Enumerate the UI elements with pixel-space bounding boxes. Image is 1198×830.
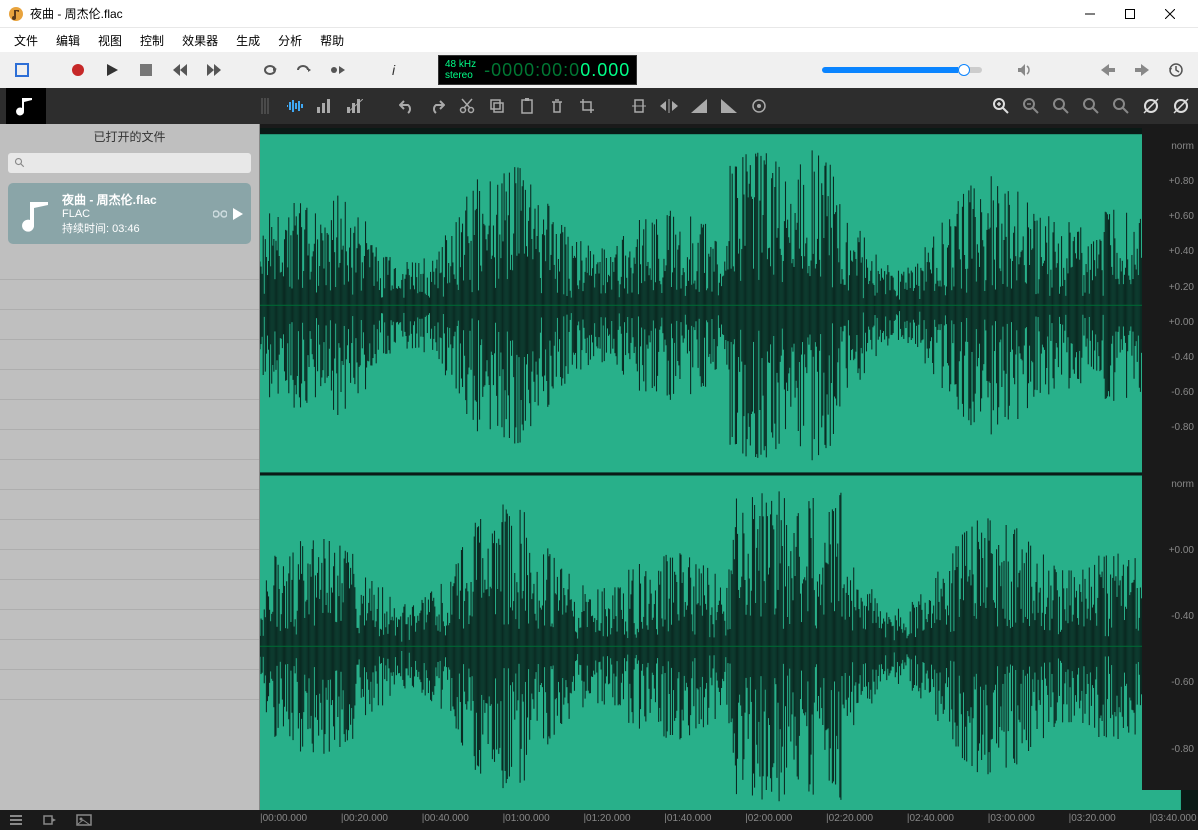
undo-button[interactable] [396,95,418,117]
zoom-selection-button[interactable] [1080,95,1102,117]
normalize-button[interactable] [748,95,770,117]
file-name-label: 夜曲 - 周杰伦.flac [62,191,213,208]
svg-text:i: i [392,63,396,77]
zoom-1to1-button[interactable] [1110,95,1132,117]
menu-generate[interactable]: 生成 [228,30,268,51]
sidebar-empty-slots [0,250,259,810]
music-note-icon [16,194,56,234]
fast-forward-button[interactable] [202,58,226,82]
search-icon [14,157,26,169]
volume-slider[interactable] [822,67,982,73]
time-gray: -0000:00:0 [484,60,580,80]
menu-help[interactable]: 帮助 [312,30,352,51]
editing-toolbar [0,88,1198,124]
maximize-button[interactable] [1110,0,1150,28]
time-ruler[interactable]: |00:00.000|00:20.000|00:40.000|01:00.000… [0,810,1198,830]
history-button[interactable] [1164,58,1188,82]
selection-tool-button[interactable] [10,58,34,82]
amplitude-ruler: norm+0.80+0.60+0.40+0.20+0.00-0.40-0.60-… [1142,128,1198,790]
time-current: 0.000 [580,60,630,80]
menu-bar: 文件 编辑 视图 控制 效果器 生成 分析 帮助 [0,28,1198,52]
minimize-button[interactable] [1070,0,1110,28]
file-duration-label: 持续时间: 03:46 [62,220,213,236]
sidebar: 已打开的文件 夜曲 - 周杰伦.flac FLAC 持续时间: 03:46 [0,124,260,810]
stop-button[interactable] [134,58,158,82]
grip-icon[interactable] [254,95,276,117]
search-input[interactable] [8,153,251,173]
waveform-view-button[interactable] [284,95,306,117]
sample-rate-label: 48 kHz [445,59,476,70]
sidebar-header: 已打开的文件 [0,124,259,149]
vertical-zoom-in-button[interactable] [1140,95,1162,117]
time-display: 48 kHz stereo -0000:00:00.000 [438,55,637,85]
waveform-area[interactable]: norm+0.80+0.60+0.40+0.20+0.00-0.40-0.60-… [260,124,1198,810]
file-card[interactable]: 夜曲 - 周杰伦.flac FLAC 持续时间: 03:46 [8,183,251,244]
paste-button[interactable] [516,95,538,117]
app-logo-icon [6,88,46,124]
app-icon [8,6,24,22]
transport-toolbar: i 48 kHz stereo -0000:00:00.000 [0,52,1198,88]
menu-view[interactable]: 视图 [90,30,130,51]
speaker-icon[interactable] [1012,58,1036,82]
play-file-icon[interactable] [233,208,243,220]
menu-effects[interactable]: 效果器 [174,30,226,51]
crop-button[interactable] [576,95,598,117]
link-icon [213,209,227,219]
main-area: 已打开的文件 夜曲 - 周杰伦.flac FLAC 持续时间: 03:46 [0,124,1198,810]
list-view-icon[interactable] [8,812,24,828]
fade-out-button[interactable] [718,95,740,117]
channels-label: stereo [445,70,476,81]
waveform-canvas[interactable]: norm+0.80+0.60+0.40+0.20+0.00-0.40-0.60-… [260,128,1198,810]
image-icon[interactable] [76,812,92,828]
nav-forward-button[interactable] [1130,58,1154,82]
file-format-label: FLAC [62,208,213,220]
info-button[interactable]: i [382,58,406,82]
menu-edit[interactable]: 编辑 [48,30,88,51]
silence-button[interactable] [628,95,650,117]
spectrogram-view-button[interactable] [344,95,366,117]
zoom-out-button[interactable] [1020,95,1042,117]
copy-button[interactable] [486,95,508,117]
redo-button[interactable] [426,95,448,117]
rewind-button[interactable] [168,58,192,82]
record-button[interactable] [66,58,90,82]
nav-back-button[interactable] [1096,58,1120,82]
vertical-zoom-out-button[interactable] [1170,95,1192,117]
loop-single-button[interactable] [326,58,350,82]
spectrum-view-button[interactable] [314,95,336,117]
close-button[interactable] [1150,0,1190,28]
cut-button[interactable] [456,95,478,117]
play-button[interactable] [100,58,124,82]
output-icon[interactable] [42,812,58,828]
title-bar: 夜曲 - 周杰伦.flac [0,0,1198,28]
reverse-button[interactable] [658,95,680,117]
window-title: 夜曲 - 周杰伦.flac [30,5,1070,22]
menu-control[interactable]: 控制 [132,30,172,51]
zoom-fit-button[interactable] [1050,95,1072,117]
menu-file[interactable]: 文件 [6,30,46,51]
menu-analyze[interactable]: 分析 [270,30,310,51]
loop-button[interactable] [258,58,282,82]
fade-in-button[interactable] [688,95,710,117]
loop-section-button[interactable] [292,58,316,82]
delete-button[interactable] [546,95,568,117]
zoom-in-button[interactable] [990,95,1012,117]
